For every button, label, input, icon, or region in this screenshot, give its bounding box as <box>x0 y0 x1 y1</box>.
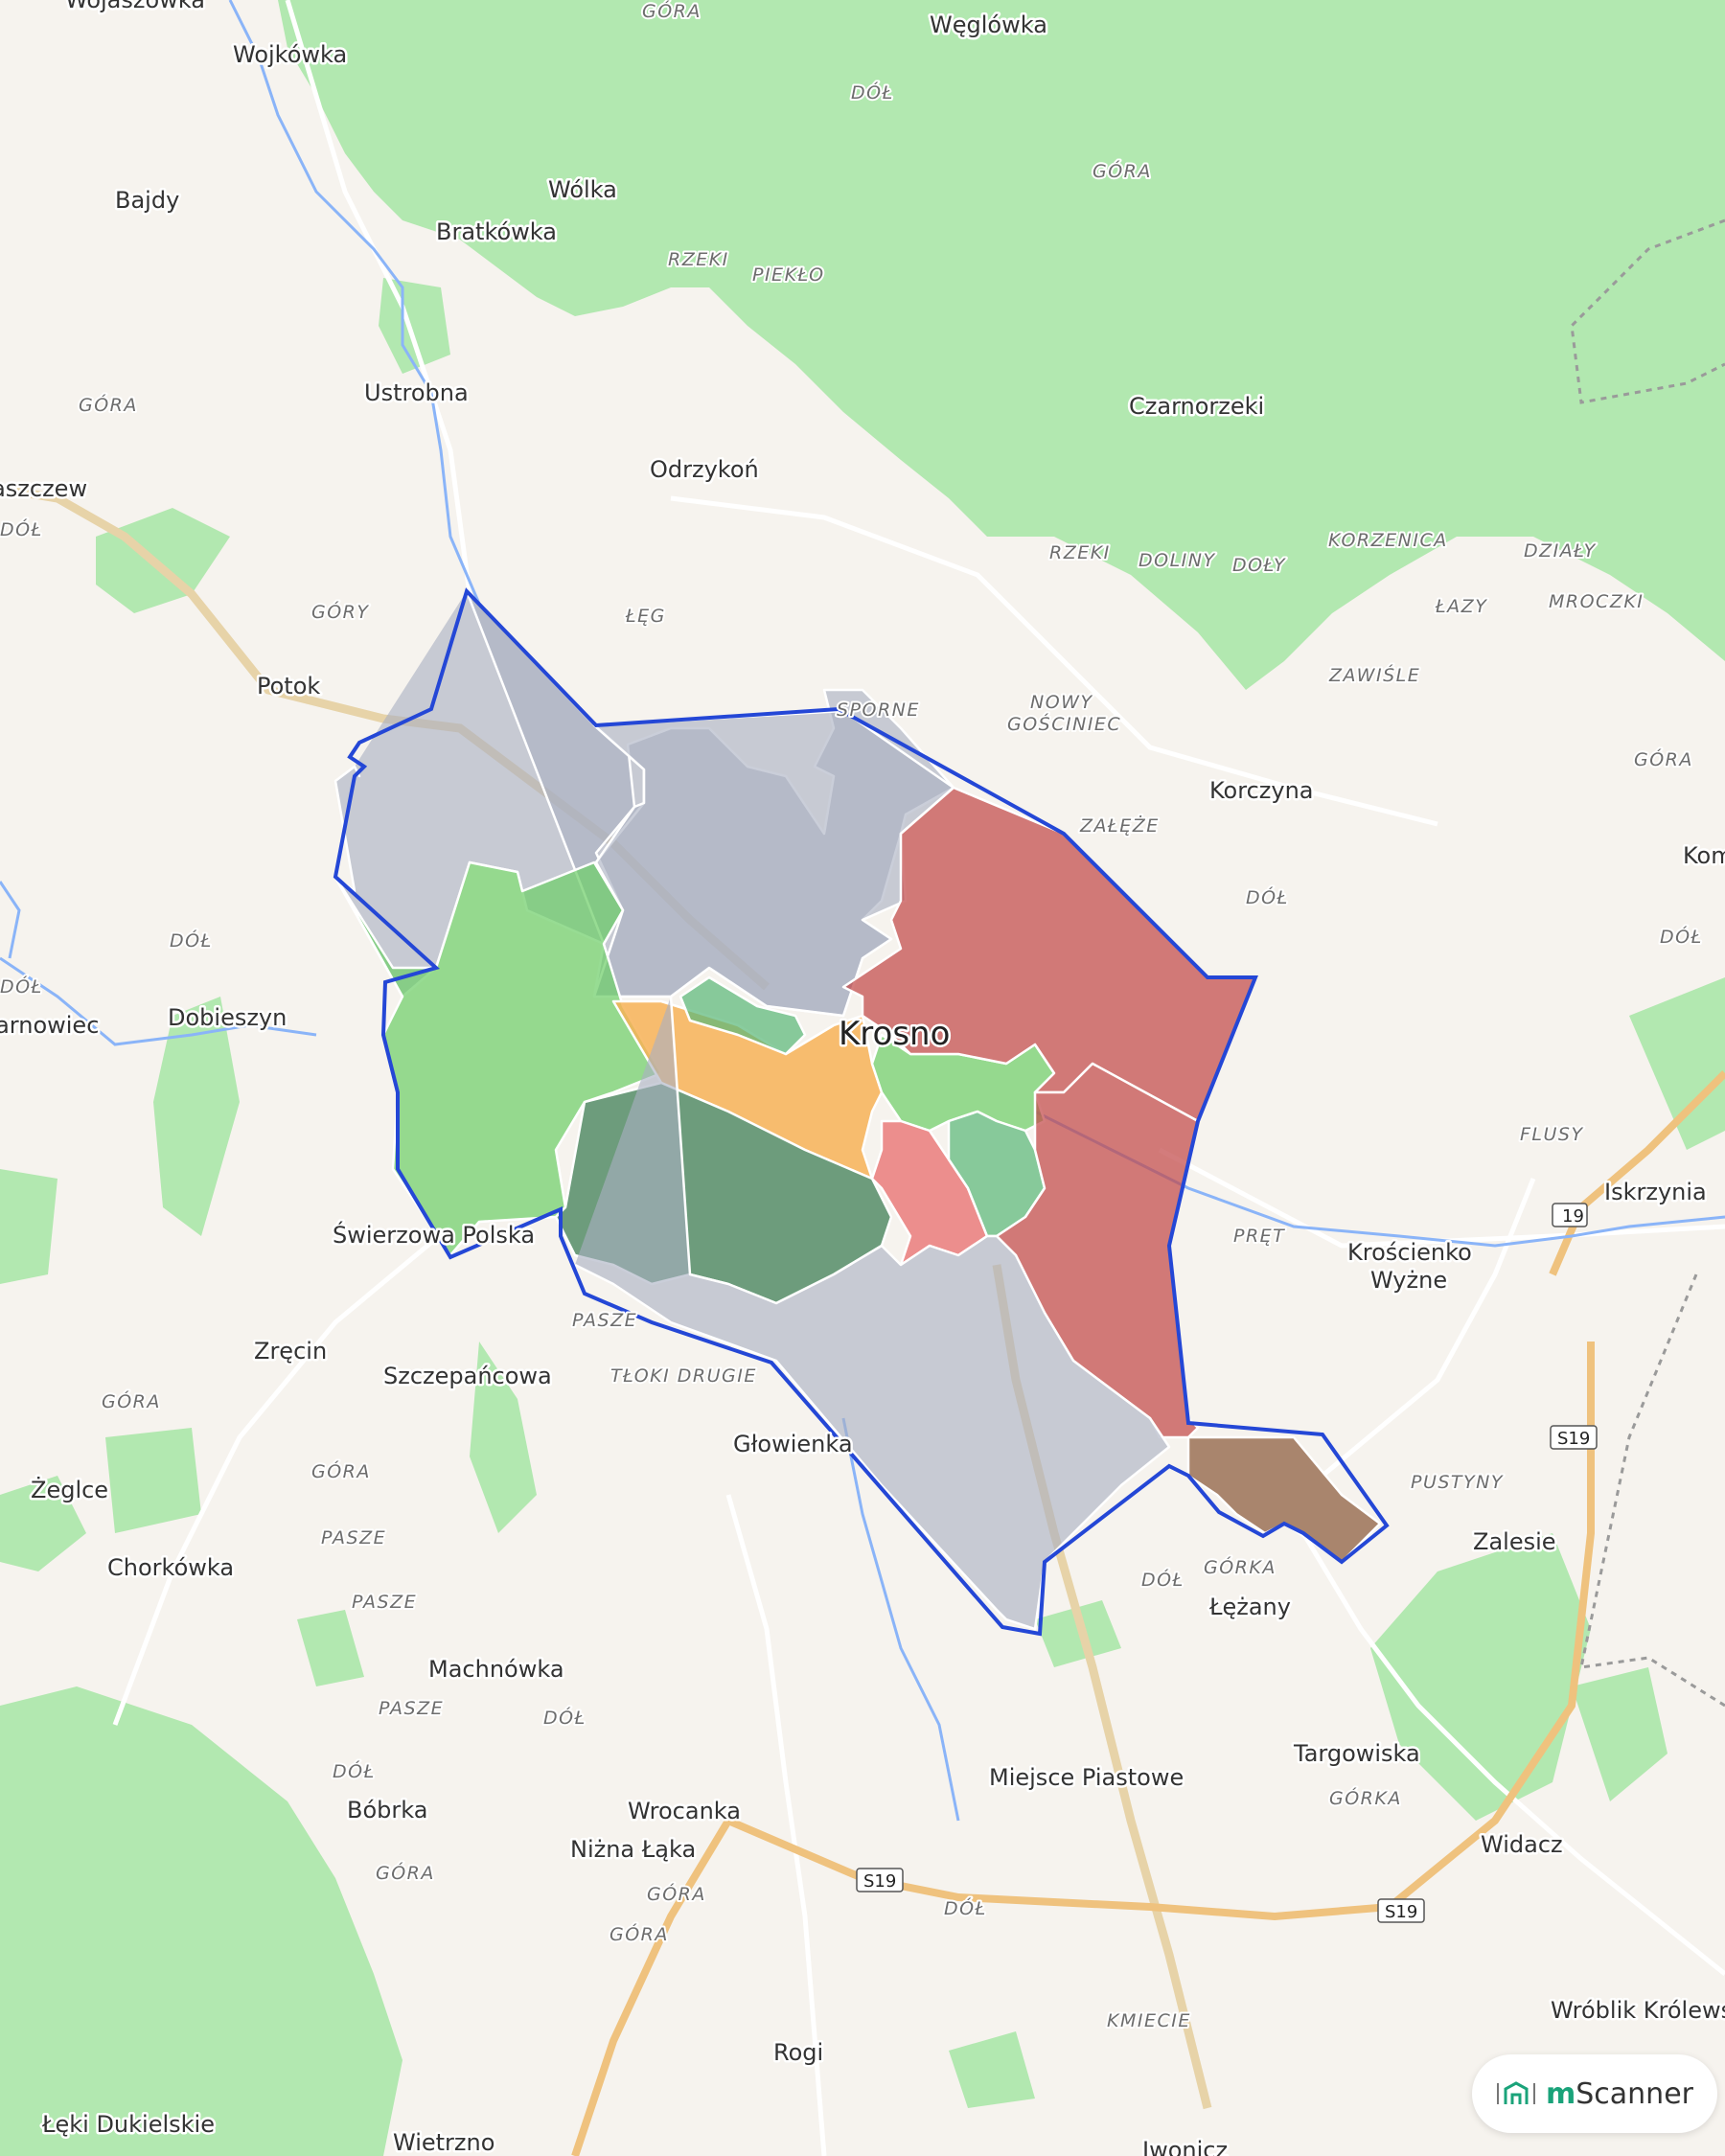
place-label: Wólka <box>548 176 617 203</box>
place-label: Wyżne <box>1370 1267 1447 1294</box>
locality-label: GÓRA <box>610 1922 669 1945</box>
road-shield: S19 <box>1377 1898 1425 1923</box>
map-canvas[interactable]: Wojaszówka Wojkówka Węglówka Bajdy Wólka… <box>0 0 1725 2156</box>
locality-label: NOWY <box>1030 692 1093 713</box>
place-label: Kom <box>1683 842 1725 869</box>
locality-label: MROCZKI <box>1549 591 1644 612</box>
locality-label: GÓRA <box>1092 159 1152 182</box>
locality-label: PRĘT <box>1233 1226 1285 1247</box>
locality-label: GÓRA <box>311 1459 371 1482</box>
place-label: Wietrzno <box>393 2129 494 2156</box>
locality-label: KMIECIE <box>1107 2010 1191 2031</box>
house-icon <box>1496 2081 1535 2104</box>
place-label: Wojaszówka <box>65 0 205 13</box>
locality-label: TŁOKI DRUGIE <box>610 1365 757 1387</box>
locality-label: DÓŁ <box>944 1896 987 1919</box>
place-label: Krościenko <box>1347 1239 1472 1266</box>
locality-label: DÓŁ <box>1660 925 1703 948</box>
place-label: Żeglce <box>31 1476 108 1503</box>
place-label: Świerzowa Polska <box>333 1220 535 1249</box>
locality-label: DÓŁ <box>1246 885 1289 908</box>
locality-label: RZEKI <box>668 249 729 270</box>
place-label: Zalesie <box>1473 1528 1556 1555</box>
place-label: Szczepańcowa <box>383 1363 552 1389</box>
locality-label: GOŚCINIEC <box>1007 712 1121 735</box>
place-label: Ustrobna <box>364 379 469 406</box>
place-label: Potok <box>257 673 320 700</box>
mscanner-logo: mScanner <box>1472 2054 1717 2133</box>
place-label: Targowiska <box>1293 1740 1420 1767</box>
locality-label: ZAŁĘŻE <box>1079 814 1160 837</box>
locality-label: GÓRKA <box>1204 1555 1276 1578</box>
locality-label: PASZE <box>321 1527 386 1548</box>
city-label: Krosno <box>839 1015 950 1053</box>
place-label: Węglówka <box>930 11 1047 38</box>
locality-label: DOŁY <box>1232 555 1286 576</box>
locality-label: DÓŁ <box>333 1759 376 1782</box>
place-label: Odrzykoń <box>650 456 759 483</box>
road-shield: S19 <box>856 1868 904 1892</box>
svg-text:19: 19 <box>1562 1206 1584 1227</box>
locality-label: ŁAZY <box>1435 596 1487 617</box>
road-shield: S19 <box>1550 1425 1598 1450</box>
locality-label: DÓŁ <box>1141 1568 1184 1591</box>
road-shield: 19 <box>1552 1203 1588 1227</box>
place-label: Łężany <box>1208 1594 1291 1620</box>
locality-label: DÓŁ <box>0 975 43 998</box>
locality-label: DZIAŁY <box>1524 540 1597 562</box>
locality-label: GÓRA <box>647 1882 706 1905</box>
place-label: Korczyna <box>1209 777 1313 804</box>
locality-label: PUSTYNY <box>1411 1472 1504 1493</box>
locality-label: GÓRA <box>1634 747 1693 770</box>
place-label: Wrocanka <box>628 1798 741 1824</box>
locality-label: SPORNE <box>837 700 920 721</box>
locality-label: RZEKI <box>1049 542 1111 563</box>
locality-label: PASZE <box>572 1310 637 1331</box>
place-label: Miejsce Piastowe <box>989 1764 1184 1791</box>
place-label: Niżna Łąka <box>570 1836 696 1863</box>
locality-label: DOLINY <box>1138 550 1216 571</box>
locality-label: KORZENICA <box>1328 530 1448 551</box>
locality-label: ŁĘG <box>625 606 666 627</box>
svg-text:S19: S19 <box>1557 1429 1590 1449</box>
logo-text: mScanner <box>1545 2076 1693 2111</box>
place-label: Iskrzynia <box>1604 1179 1707 1205</box>
place-label: Wojkówka <box>233 41 347 68</box>
locality-label: DÓŁ <box>170 929 213 952</box>
locality-label: GÓRY <box>311 600 370 623</box>
locality-label: GÓRKA <box>1329 1786 1402 1809</box>
locality-label: GÓRA <box>102 1389 161 1412</box>
locality-label: GÓRA <box>642 0 702 22</box>
place-label: Bóbrka <box>347 1797 427 1823</box>
locality-label: PASZE <box>379 1698 444 1719</box>
locality-label: PIEKŁO <box>752 264 825 286</box>
place-label: Widacz <box>1481 1831 1563 1858</box>
place-label: Dobieszyn <box>168 1004 287 1031</box>
locality-label: ZAWIŚLE <box>1328 663 1420 686</box>
locality-label: DÓŁ <box>0 517 43 540</box>
place-label: Bratkówka <box>436 218 557 245</box>
locality-label: DÓŁ <box>543 1706 586 1729</box>
place-label: Jaszczew <box>0 475 87 502</box>
place-label: Łęki Dukielskie <box>41 2111 215 2138</box>
locality-label: PASZE <box>352 1592 417 1613</box>
svg-text:S19: S19 <box>1385 1902 1417 1922</box>
place-label: Jarnowiec <box>0 1012 99 1039</box>
locality-label: GÓRA <box>376 1861 435 1884</box>
place-label: Bajdy <box>115 187 179 214</box>
locality-label: FLUSY <box>1520 1124 1584 1145</box>
place-label: Iwonicz <box>1142 2137 1228 2156</box>
place-label: Chorkówka <box>107 1554 234 1581</box>
locality-label: DÓŁ <box>851 80 894 103</box>
place-label: Wróblik Królewski <box>1551 1997 1725 2024</box>
svg-text:S19: S19 <box>863 1871 896 1892</box>
locality-label: GÓRA <box>79 393 138 416</box>
place-label: Czarnorzeki <box>1129 393 1264 420</box>
place-label: Zręcin <box>254 1338 327 1365</box>
place-label: Głowienka <box>733 1431 853 1457</box>
place-label: Machnówka <box>428 1656 564 1683</box>
place-label: Rogi <box>773 2039 823 2066</box>
